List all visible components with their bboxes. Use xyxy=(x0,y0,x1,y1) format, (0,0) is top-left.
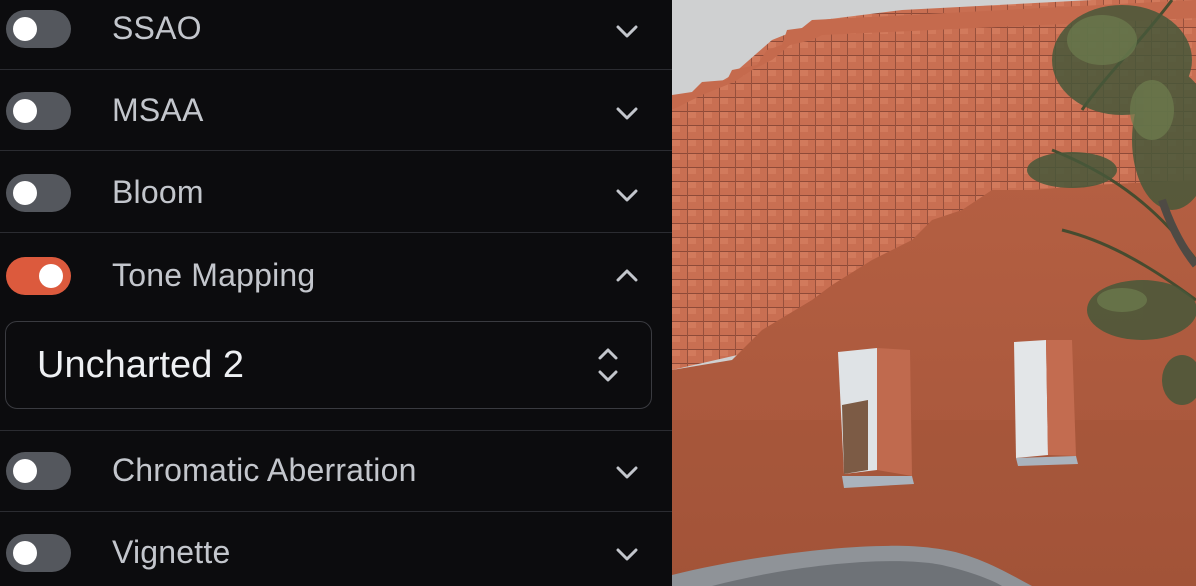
effect-row-vignette[interactable]: Vignette xyxy=(0,513,672,586)
chevron-up-icon[interactable] xyxy=(612,266,642,286)
tone-mapping-selected-value: Uncharted 2 xyxy=(37,344,245,386)
effect-label-tone-mapping: Tone Mapping xyxy=(112,257,316,293)
ssao-toggle[interactable] xyxy=(6,10,71,48)
scene-viewport[interactable] xyxy=(672,0,1196,586)
effect-label-ssao: SSAO xyxy=(112,10,202,46)
chevron-down-icon[interactable] xyxy=(612,545,642,565)
effect-row-chromatic-aberration[interactable]: Chromatic Aberration xyxy=(0,431,672,512)
chevron-down-icon[interactable] xyxy=(612,463,642,483)
toggle-knob xyxy=(13,459,37,483)
toggle-knob xyxy=(39,264,63,288)
toggle-knob xyxy=(13,541,37,565)
scene-render xyxy=(672,0,1196,586)
vignette-toggle[interactable] xyxy=(6,534,71,572)
tone-mapping-select[interactable]: Uncharted 2 xyxy=(5,321,652,409)
effect-row-msaa[interactable]: MSAA xyxy=(0,70,672,151)
effect-label-msaa: MSAA xyxy=(112,92,204,128)
effect-label-vignette: Vignette xyxy=(112,534,231,570)
chevron-down-icon[interactable] xyxy=(612,186,642,206)
effect-row-ssao[interactable]: SSAO xyxy=(0,0,672,70)
settings-panel: SSAO MSAA Bloom Tone Mapping Uncharted 2 xyxy=(0,0,672,586)
tone-mapping-toggle[interactable] xyxy=(6,257,71,295)
chromatic-aberration-toggle[interactable] xyxy=(6,452,71,490)
effect-label-chromatic-aberration: Chromatic Aberration xyxy=(112,452,417,488)
bloom-toggle[interactable] xyxy=(6,174,71,212)
toggle-knob xyxy=(13,181,37,205)
select-updown-icon xyxy=(590,344,626,391)
msaa-toggle[interactable] xyxy=(6,92,71,130)
chevron-down-icon[interactable] xyxy=(612,22,642,42)
chevron-down-icon[interactable] xyxy=(612,104,642,124)
effect-label-bloom: Bloom xyxy=(112,174,204,210)
toggle-knob xyxy=(13,99,37,123)
effect-row-bloom[interactable]: Bloom xyxy=(0,152,672,233)
toggle-knob xyxy=(13,17,37,41)
